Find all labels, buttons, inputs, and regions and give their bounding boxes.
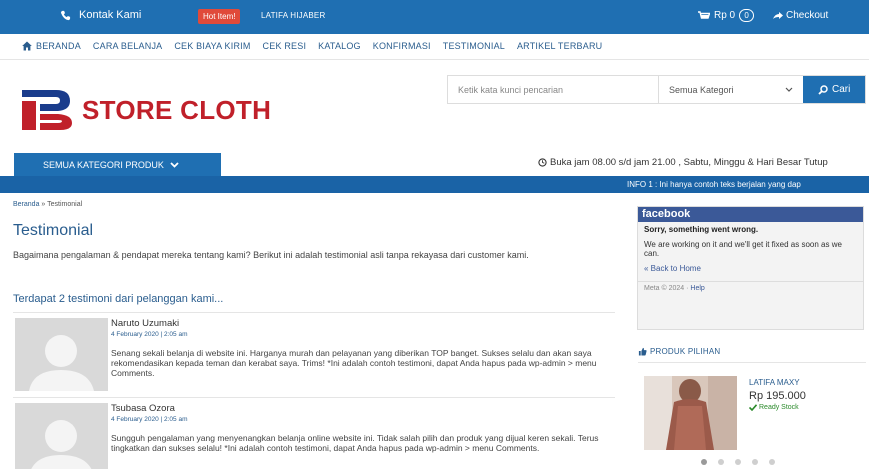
testimonial-date: 4 February 2020 | 2:05 am [111,331,188,338]
divider [13,312,615,313]
contact-link[interactable]: Kontak Kami [60,9,141,21]
checkout-label: Checkout [786,10,829,21]
testimonial-count-heading: Terdapat 2 testimoni dari pelanggan kami… [13,293,224,305]
breadcrumb-home-link[interactable]: Beranda [13,201,39,208]
facebook-error-message: We are working on it and we'll get it fi… [644,240,842,258]
avatar [15,318,108,391]
nav-item-cara-belanja[interactable]: CARA BELANJA [93,41,162,51]
logo-text: STORE CLOTH [82,94,272,125]
nav-item-label: KATALOG [318,41,361,51]
ticker-text: INFO 1 : Ini hanya contoh teks berjalan … [627,180,801,189]
clock-icon [538,158,547,167]
testimonial-text: Senang sekali belanja di website ini. Ha… [111,348,597,378]
divider [638,362,866,363]
share-arrow-icon [773,11,783,19]
news-ticker: INFO 1 : Ini hanya contoh teks berjalan … [0,176,869,193]
facebook-header: facebook [638,207,863,222]
search-icon [818,84,828,95]
nav-item-label: CEK BIAYA KIRIM [174,41,251,51]
search-button-label: Cari [832,84,851,95]
nav-item-cek-biaya-kirim[interactable]: CEK BIAYA KIRIM [174,41,250,51]
search-button[interactable]: Cari [803,76,866,103]
category-bar: SEMUA KATEGORI PRODUK Buka jam 08.00 s/d… [0,153,869,177]
featured-products-heading: PRODUK PILIHAN [638,347,720,356]
carousel-dot[interactable] [701,459,707,465]
contact-label: Kontak Kami [79,9,142,21]
product-stock-label: Ready Stock [759,404,799,411]
facebook-widget: facebook Sorry, something went wrong. We… [637,206,864,330]
testimonial-author: Naruto Uzumaki [111,318,180,329]
product-image[interactable] [644,376,737,450]
home-icon [22,41,32,51]
default-avatar-icon [15,318,108,391]
featured-products-label: PRODUK PILIHAN [650,347,721,356]
logo-mark-icon [22,90,72,130]
carousel-dot[interactable] [735,459,741,465]
nav-item-label: ARTIKEL TERBARU [516,41,603,51]
nav-item-testimonial[interactable]: TESTIMONIAL [443,41,505,51]
facebook-error-title: Sorry, something went wrong. [644,225,759,234]
hot-item-text[interactable]: LATIFA HIJABER [261,11,325,20]
all-categories-button[interactable]: SEMUA KATEGORI PRODUK [14,153,221,177]
default-avatar-icon [15,403,108,469]
product-price: Rp 195.000 [749,390,806,402]
nav-item-label: CEK RESI [262,41,307,51]
site-logo[interactable]: STORE CLOTH [20,82,271,138]
hot-item-badge[interactable]: Hot Item! [198,9,241,24]
phone-icon [60,10,71,20]
carousel-dot[interactable] [752,459,758,465]
cart-total: Rp 0 [714,10,736,21]
carousel-dot[interactable] [769,459,775,465]
testimonial-text: Sungguh pengalaman yang menyenangkan bel… [111,433,599,453]
product-name[interactable]: LATIFA MAXY [749,378,800,387]
page-intro: Bagaimana pengalaman & pendapat mereka t… [13,250,529,260]
opening-hours-text: Buka jam 08.00 s/d jam 21.00 , Sabtu, Mi… [550,157,828,168]
category-select-value: Semua Kategori [668,84,734,95]
carousel-dots [701,459,775,465]
nav-item-beranda[interactable]: BERANDA [22,41,81,51]
nav-item-label: BERANDA [36,41,81,51]
breadcrumb: Beranda » Testimonial [13,201,82,208]
avatar [15,403,108,469]
cart-count: 0 [739,9,755,22]
nav-item-katalog[interactable]: KATALOG [318,41,361,51]
search-input[interactable] [448,76,659,103]
facebook-meta-text: Meta © 2024 · [644,285,689,292]
nav-item-konfirmasi[interactable]: KONFIRMASI [373,41,431,51]
cart-button[interactable]: Rp 0 0 [698,9,755,22]
all-categories-label: SEMUA KATEGORI PRODUK [43,160,164,170]
facebook-footer: Meta © 2024 · Help [638,282,863,292]
category-select[interactable]: Semua Kategori [659,76,803,103]
cart-icon [698,10,710,19]
top-bar: Kontak Kami Hot Item! LATIFA HIJABER Rp … [0,0,869,34]
product-stock: Ready Stock [749,404,799,411]
chevron-down-icon [785,87,793,92]
chevron-down-icon [170,162,179,168]
facebook-help-link[interactable]: Help [690,285,704,292]
product-photo [644,376,737,450]
main-nav: BERANDA CARA BELANJA CEK BIAYA KIRIM CEK RE… [0,34,869,60]
check-icon [749,404,757,411]
carousel-dot[interactable] [718,459,724,465]
nav-item-cek-resi[interactable]: CEK RESI [263,41,307,51]
facebook-back-link[interactable]: « Back to Home [638,258,863,273]
testimonial-date: 4 February 2020 | 2:05 am [111,416,188,423]
nav-item-label: TESTIMONIAL [442,41,505,51]
testimonial-author: Tsubasa Ozora [111,403,175,414]
thumbs-up-icon [638,347,647,356]
nav-item-label: CARA BELANJA [92,41,163,51]
search-form: Semua Kategori Cari [447,75,866,104]
breadcrumb-current: Testimonial [47,201,83,208]
page-title: Testimonial [13,222,94,239]
breadcrumb-separator: » [41,201,46,208]
nav-item-artikel-terbaru[interactable]: ARTIKEL TERBARU [517,41,602,51]
opening-hours: Buka jam 08.00 s/d jam 21.00 , Sabtu, Mi… [538,157,828,168]
divider [13,397,615,398]
nav-item-label: KONFIRMASI [372,41,431,51]
checkout-link[interactable]: Checkout [773,10,828,21]
